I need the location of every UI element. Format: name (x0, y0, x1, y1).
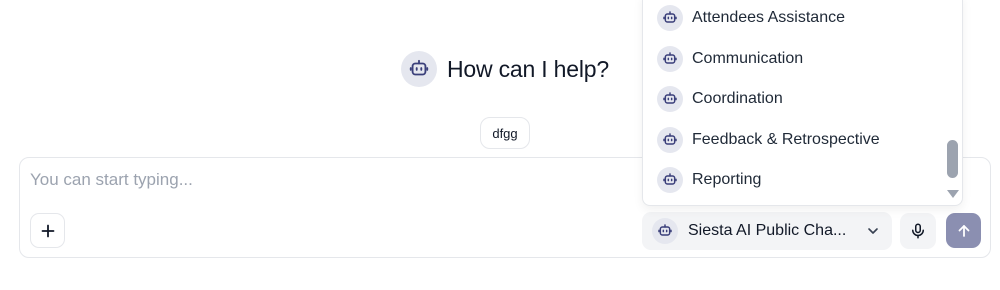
robot-icon (652, 218, 678, 244)
dropdown-item-coordination[interactable]: Coordination (657, 86, 783, 112)
dropdown-item-label: Attendees Assistance (692, 9, 845, 26)
selected-assistant-label: Siesta AI Public Cha... (688, 222, 847, 239)
assistant-dropdown: Attendees Assistance Communication Coord… (642, 0, 963, 206)
robot-icon (401, 51, 437, 87)
send-button[interactable] (946, 213, 981, 248)
robot-icon (657, 86, 683, 112)
dropdown-item-label: Coordination (692, 90, 783, 107)
dropdown-item-reporting[interactable]: Reporting (657, 167, 761, 193)
robot-icon (657, 167, 683, 193)
dropdown-item-communication[interactable]: Communication (657, 46, 803, 72)
robot-icon (657, 46, 683, 72)
dropdown-item-label: Reporting (692, 171, 762, 188)
dropdown-item-feedback-retrospective[interactable]: Feedback & Retrospective (657, 127, 880, 153)
chevron-down-icon (866, 224, 880, 238)
scroll-down-arrow-icon[interactable] (947, 190, 959, 198)
dropdown-item-label: Communication (692, 50, 804, 67)
dropdown-item-attendees-assistance[interactable]: Attendees Assistance (657, 5, 845, 31)
suggestion-chip[interactable]: dfgg (480, 117, 530, 149)
assistant-select[interactable]: Siesta AI Public Cha... (642, 212, 892, 250)
add-attachment-button[interactable] (30, 213, 65, 248)
dropdown-item-label: Feedback & Retrospective (692, 131, 880, 148)
microphone-button[interactable] (900, 213, 936, 249)
greeting: How can I help? (401, 51, 609, 87)
robot-icon (657, 5, 683, 31)
arrow-up-icon (958, 224, 969, 237)
robot-icon (657, 127, 683, 153)
plus-icon (41, 224, 54, 237)
microphone-icon (912, 223, 924, 239)
dropdown-scrollbar-thumb[interactable] (947, 140, 958, 178)
greeting-title: How can I help? (447, 55, 609, 82)
message-input[interactable] (30, 168, 630, 192)
